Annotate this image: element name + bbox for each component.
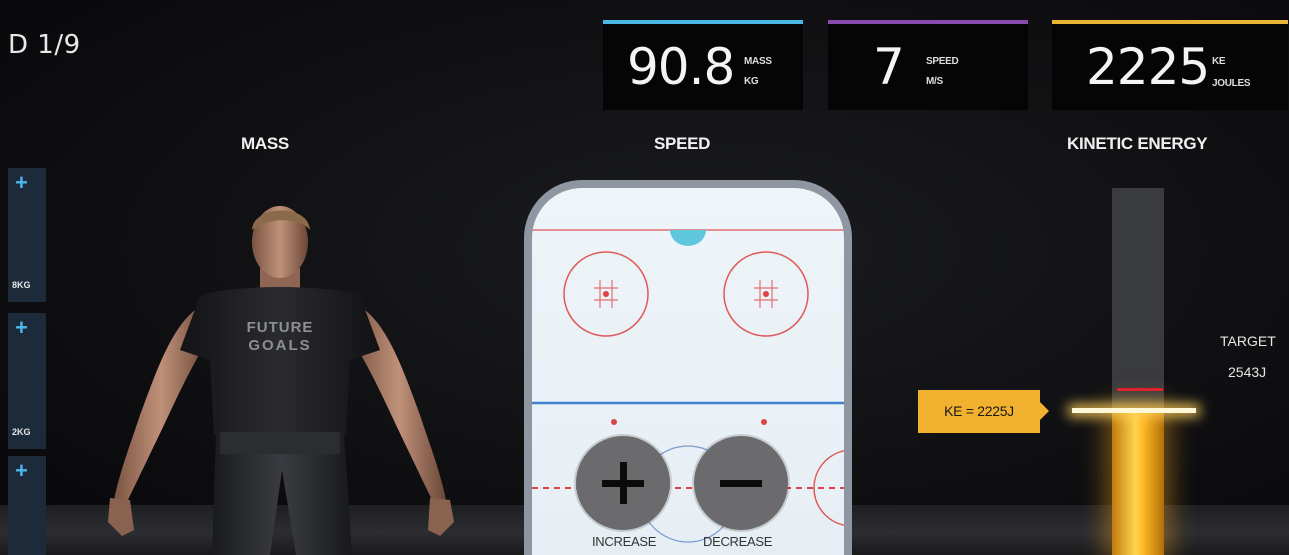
minus-icon	[720, 480, 762, 487]
increase-speed-button[interactable]	[576, 436, 670, 530]
ke-value: 2225	[1086, 38, 1210, 96]
plus-icon[interactable]: +	[15, 170, 28, 196]
hockey-rink	[524, 180, 852, 555]
plus-icon-vertical	[620, 462, 627, 504]
increase-label: INCREASE	[592, 534, 657, 549]
target-value: 2543J	[1228, 364, 1267, 380]
decrease-speed-button[interactable]	[694, 436, 788, 530]
mass-unit-label: MASS	[744, 56, 772, 67]
speed-stat-panel: 7 SPEED M/S	[828, 20, 1028, 110]
ke-unit-label: KE	[1212, 56, 1226, 67]
ke-current-tag: KE = 2225J	[918, 390, 1049, 433]
mass-option-2kg[interactable]: + 2KG	[8, 313, 46, 449]
ke-accent-bar	[1052, 20, 1288, 24]
kinetic-energy-section-title: KINETIC ENERGY	[1067, 134, 1208, 153]
mass-option-label: 2KG	[12, 427, 31, 437]
speed-value: 7	[873, 38, 905, 96]
mass-accent-bar	[603, 20, 803, 24]
speed-accent-bar	[828, 20, 1028, 24]
mass-value: 90.8	[627, 38, 735, 96]
ke-target-marker	[1117, 388, 1163, 392]
decrease-label: DECREASE	[703, 534, 773, 549]
speed-unit: M/S	[926, 76, 943, 87]
plus-icon[interactable]: +	[15, 458, 28, 484]
shirt-logo-line1: FUTURE	[247, 319, 314, 336]
player-character: FUTURE GOALS	[108, 206, 454, 555]
mass-unit: KG	[744, 76, 759, 87]
mass-stat-panel: 90.8 MASS KG	[603, 20, 803, 110]
mass-section-title: MASS	[241, 134, 289, 153]
mass-option-8kg[interactable]: + 8KG	[8, 168, 46, 302]
ke-unit: JOULES	[1212, 78, 1251, 89]
speed-unit-label: SPEED	[926, 56, 959, 67]
speed-section-title: SPEED	[654, 134, 711, 153]
kinetic-energy-stat-panel: 2225 KE JOULES	[1052, 20, 1288, 110]
game-scene: D 1/9 90.8 MASS KG 7 SPEED M/S 2225 KE J…	[0, 0, 1289, 555]
shirt-logo-line2: GOALS	[248, 337, 311, 354]
mass-option-3[interactable]: +	[8, 456, 46, 555]
ke-meter-fill	[1112, 409, 1164, 555]
mass-option-label: 8KG	[12, 280, 31, 290]
plus-icon[interactable]: +	[15, 315, 28, 341]
level-indicator: D 1/9	[8, 30, 81, 60]
ke-current-marker	[1072, 407, 1196, 413]
target-label: TARGET	[1220, 333, 1276, 349]
